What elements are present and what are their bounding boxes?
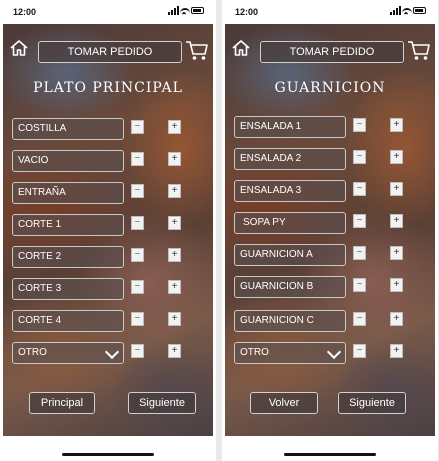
status-time: 12:00 <box>235 7 259 17</box>
status-icons <box>168 6 206 18</box>
increment-button[interactable]: + <box>390 278 403 292</box>
increment-button[interactable]: + <box>168 184 181 198</box>
decrement-button[interactable]: − <box>353 150 366 164</box>
item-field[interactable]: ENSALADA 2 <box>234 148 346 170</box>
app-screen: TOMAR PEDIDO GUARNICION ENSALADA 1 − + E… <box>225 24 435 436</box>
increment-button[interactable]: + <box>168 344 181 358</box>
tomar-pedido-button[interactable]: TOMAR PEDIDO <box>38 41 182 63</box>
home-indicator <box>284 453 376 456</box>
increment-button[interactable]: + <box>168 280 181 294</box>
list-item: CORTE 4 − + <box>3 310 213 334</box>
status-bar: 12:00 <box>222 0 438 22</box>
list-item: SOPA PY − + <box>225 212 435 236</box>
list-item: VACIO − + <box>3 150 213 174</box>
increment-button[interactable]: + <box>390 214 403 228</box>
list-item: ENSALADA 3 − + <box>225 180 435 204</box>
decrement-button[interactable]: − <box>353 118 366 132</box>
increment-button[interactable]: + <box>168 120 181 134</box>
siguiente-button[interactable]: Siguiente <box>338 392 406 414</box>
home-icon[interactable] <box>231 38 251 58</box>
list-item: GUARNICION B − + <box>225 276 435 300</box>
item-field[interactable]: ENSALADA 3 <box>234 180 346 202</box>
increment-button[interactable]: + <box>168 152 181 166</box>
item-field[interactable]: VACIO <box>12 150 124 172</box>
list-item: CORTE 3 − + <box>3 278 213 302</box>
decrement-button[interactable]: − <box>353 278 366 292</box>
item-field[interactable]: COSTILLA <box>12 118 124 140</box>
cart-icon[interactable] <box>185 40 209 62</box>
item-field[interactable]: CORTE 1 <box>12 214 124 236</box>
item-field[interactable]: ENTRAÑA <box>12 182 124 204</box>
page-title: PLATO PRINCIPAL <box>33 80 183 96</box>
item-field[interactable]: GUARNICION C <box>234 310 346 332</box>
increment-button[interactable]: + <box>390 246 403 260</box>
item-field[interactable]: SOPA PY <box>234 212 346 234</box>
siguiente-button[interactable]: Siguiente <box>128 392 196 414</box>
dropdown-label: OTRO <box>240 347 269 358</box>
decrement-button[interactable]: − <box>131 184 144 198</box>
increment-button[interactable]: + <box>168 312 181 326</box>
increment-button[interactable]: + <box>168 216 181 230</box>
decrement-button[interactable]: − <box>353 214 366 228</box>
home-icon[interactable] <box>9 38 29 58</box>
item-field[interactable]: GUARNICION B <box>234 276 346 298</box>
decrement-button[interactable]: − <box>131 280 144 294</box>
battery-icon <box>191 7 204 14</box>
list-item: GUARNICION A − + <box>225 244 435 268</box>
principal-button[interactable]: Principal <box>29 392 95 414</box>
decrement-button[interactable]: − <box>131 344 144 358</box>
increment-button[interactable]: + <box>390 182 403 196</box>
increment-button[interactable]: + <box>390 312 403 326</box>
list-item: ENSALADA 2 − + <box>225 148 435 172</box>
decrement-button[interactable]: − <box>353 344 366 358</box>
chevron-down-icon <box>326 344 342 360</box>
status-icons <box>390 6 428 18</box>
dropdown-label: OTRO <box>18 347 47 358</box>
tomar-pedido-button[interactable]: TOMAR PEDIDO <box>260 41 404 63</box>
otro-dropdown[interactable]: OTRO <box>234 342 346 364</box>
list-item: CORTE 1 − + <box>3 214 213 238</box>
phone-screen-plato-principal: 12:00 TOMAR PEDIDO PLATO PRINCIPAL COSTI… <box>0 0 216 461</box>
app-screen: TOMAR PEDIDO PLATO PRINCIPAL COSTILLA − … <box>3 24 213 436</box>
wifi-icon <box>402 8 412 18</box>
list-item: GUARNICION C − + <box>225 310 435 334</box>
increment-button[interactable]: + <box>168 248 181 262</box>
wifi-icon <box>180 8 190 18</box>
decrement-button[interactable]: − <box>131 312 144 326</box>
list-item: ENTRAÑA − + <box>3 182 213 206</box>
volver-button[interactable]: Volver <box>250 392 318 414</box>
decrement-button[interactable]: − <box>131 152 144 166</box>
increment-button[interactable]: + <box>390 118 403 132</box>
page-title: GUARNICION <box>274 80 386 96</box>
increment-button[interactable]: + <box>390 344 403 358</box>
decrement-button[interactable]: − <box>353 182 366 196</box>
chevron-down-icon <box>104 344 120 360</box>
item-field[interactable]: CORTE 2 <box>12 246 124 268</box>
otro-dropdown[interactable]: OTRO <box>12 342 124 364</box>
list-item: CORTE 2 − + <box>3 246 213 270</box>
list-item: ENSALADA 1 − + <box>225 116 435 140</box>
status-bar: 12:00 <box>0 0 216 22</box>
list-item: COSTILLA − + <box>3 118 213 142</box>
status-time: 12:00 <box>13 7 37 17</box>
phone-screen-guarnicion: 12:00 TOMAR PEDIDO GUARNICION ENSALADA 1… <box>222 0 438 461</box>
decrement-button[interactable]: − <box>353 246 366 260</box>
decrement-button[interactable]: − <box>131 216 144 230</box>
decrement-button[interactable]: − <box>353 312 366 326</box>
list-item: OTRO − + <box>225 342 435 366</box>
item-field[interactable]: CORTE 4 <box>12 310 124 332</box>
decrement-button[interactable]: − <box>131 120 144 134</box>
increment-button[interactable]: + <box>390 150 403 164</box>
decrement-button[interactable]: − <box>131 248 144 262</box>
item-field[interactable]: ENSALADA 1 <box>234 116 346 138</box>
cart-icon[interactable] <box>407 40 431 62</box>
battery-icon <box>413 7 426 14</box>
home-indicator <box>62 453 154 456</box>
item-field[interactable]: CORTE 3 <box>12 278 124 300</box>
item-field[interactable]: GUARNICION A <box>234 244 346 266</box>
list-item: OTRO − + <box>3 342 213 366</box>
